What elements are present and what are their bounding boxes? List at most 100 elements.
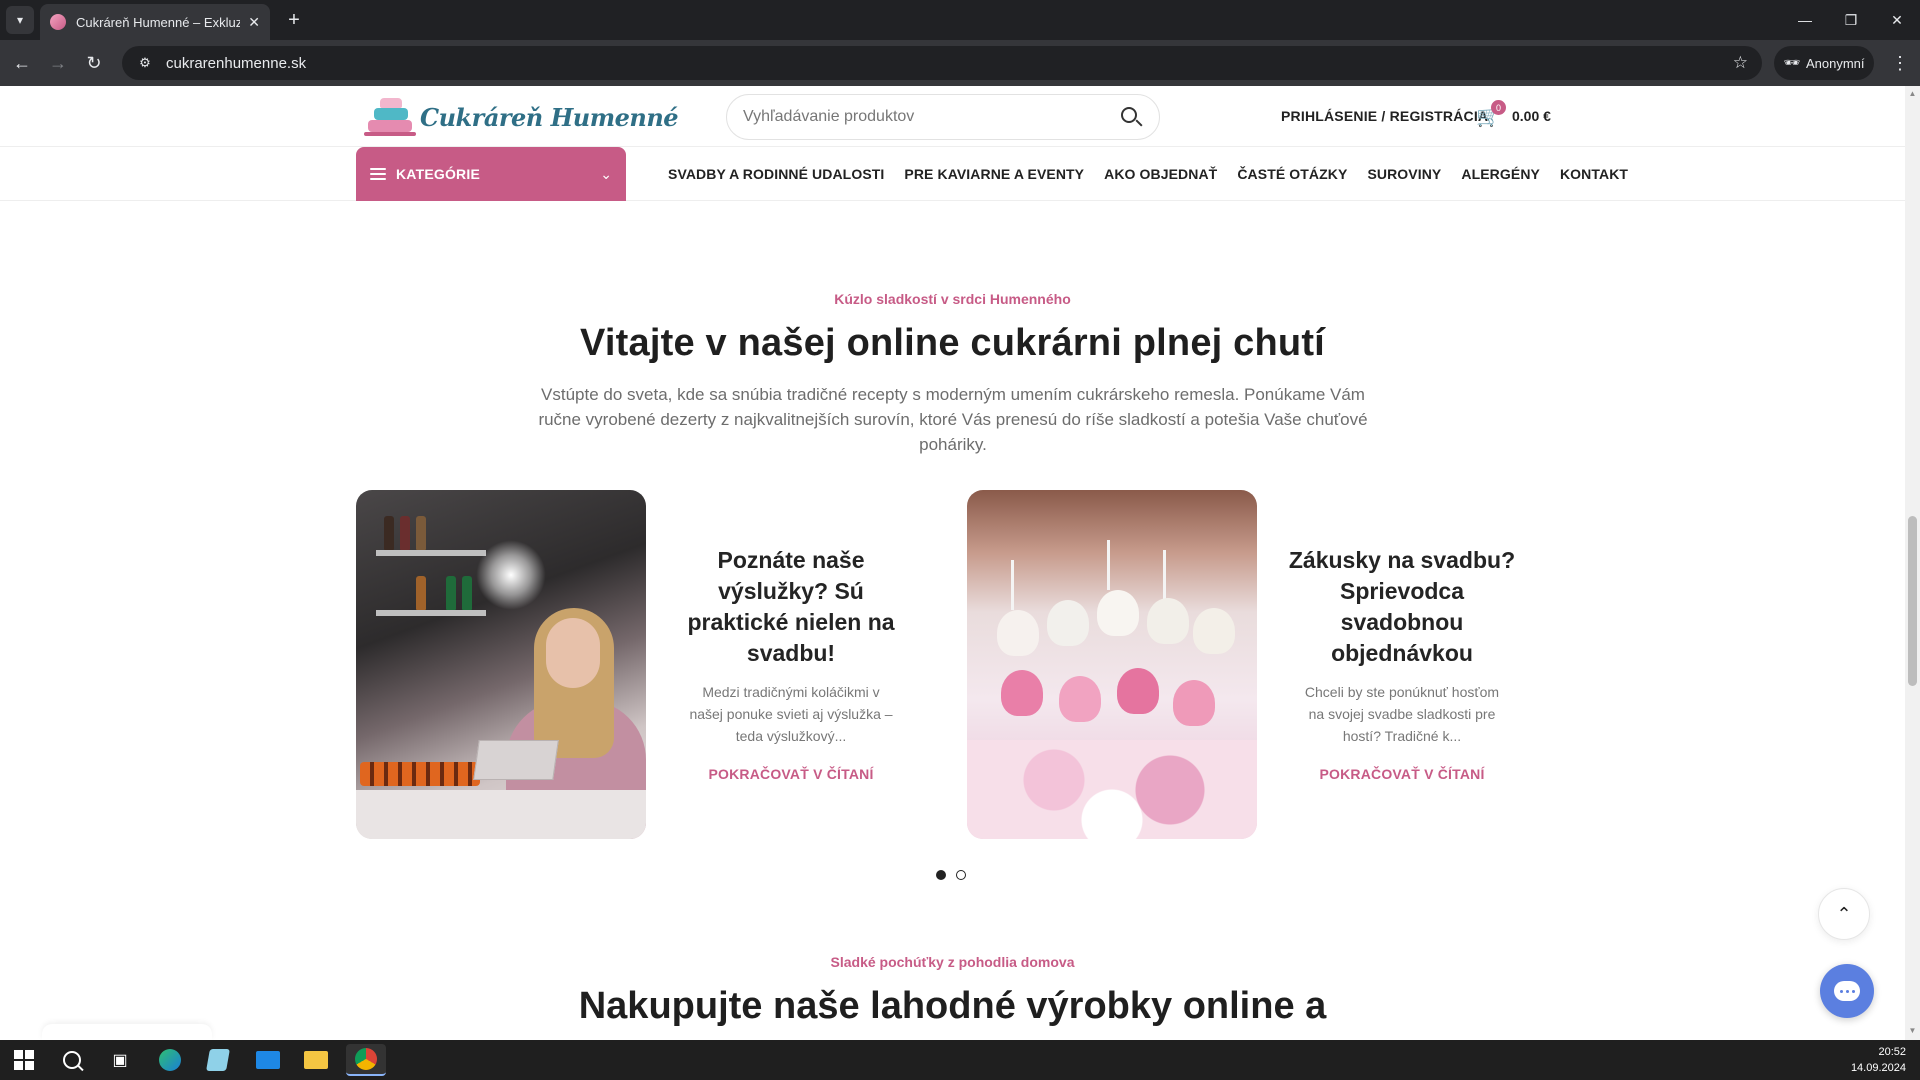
url-text[interactable]: cukrarenhumenne.sk [166, 55, 306, 72]
cookie-settings-tab[interactable] [42, 1024, 212, 1040]
carousel-dot-1[interactable] [936, 870, 946, 880]
post-excerpt-zakusky: Chceli by ste ponúknuť hosťom na svojej … [1287, 681, 1517, 747]
categories-label: KATEGÓRIE [396, 166, 480, 182]
folder-icon [304, 1051, 328, 1069]
cart-count-badge: 0 [1491, 100, 1506, 115]
file-explorer-app[interactable] [296, 1044, 336, 1076]
post-excerpt-vysluzky: Medzi tradičnými koláčikmi v našej ponuk… [676, 681, 906, 747]
carousel-dot-2[interactable] [956, 870, 966, 880]
post-title-line[interactable]: svadbu! [671, 638, 911, 669]
chrome-app[interactable] [346, 1044, 386, 1076]
reload-icon[interactable]: ↻ [80, 49, 108, 77]
chat-bubble-icon [1834, 981, 1860, 1001]
post-image-zakusky[interactable] [967, 490, 1257, 839]
bookmark-star-icon[interactable]: ☆ [1733, 53, 1748, 73]
search-icon[interactable] [1119, 105, 1143, 129]
site-logo[interactable]: Cukráreň Humenné [364, 94, 679, 140]
scroll-up-icon[interactable]: ▲ [1908, 89, 1917, 99]
restore-button[interactable]: ❐ [1828, 0, 1874, 40]
address-bar[interactable]: ⚙ cukrarenhumenne.sk ☆ [122, 46, 1762, 80]
incognito-icon: 🕶 [1783, 55, 1800, 70]
shop-title: Nakupujte naše lahodné výrobky online a [578, 985, 1327, 1027]
notepad-app[interactable] [198, 1044, 238, 1076]
page-viewport: Cukráreň Humenné Vyhľadávanie produktov … [0, 86, 1905, 1040]
post-title-line[interactable]: Sprievodca [1282, 576, 1522, 607]
back-arrow-icon[interactable]: ← [8, 49, 36, 77]
nav-item-kontakt[interactable]: KONTAKT [1560, 166, 1628, 182]
site-info-icon[interactable]: ⚙ [134, 52, 156, 74]
excerpt-line: Chceli by ste ponúknuť hosťom [1304, 684, 1500, 700]
read-more-link[interactable]: POKRAČOVAŤ V ČÍTANÍ [1282, 766, 1522, 782]
login-register-link[interactable]: PRIHLÁSENIE / REGISTRÁCIA [1281, 108, 1488, 124]
chevron-up-icon: ⌃ [1836, 903, 1852, 924]
post-title-line[interactable]: Zákusky na svadbu? [1282, 545, 1522, 576]
taskbar-search-button[interactable] [52, 1044, 92, 1076]
clock-date: 14.09.2024 [1850, 1062, 1906, 1074]
clock-time: 20:52 [1878, 1046, 1906, 1058]
site-header: Cukráreň Humenné Vyhľadávanie produktov … [0, 86, 1905, 147]
edge-icon [159, 1049, 181, 1071]
nav-item-svadby[interactable]: SVADBY A RODINNÉ UDALOSTI [668, 166, 884, 182]
nav-item-faq[interactable]: ČASTÉ OTÁZKY [1237, 166, 1347, 182]
chat-button[interactable] [1820, 964, 1874, 1018]
post-title-line[interactable]: svadobnou [1282, 607, 1522, 638]
mail-app[interactable] [248, 1044, 288, 1076]
cart-button[interactable]: 🛒 0 [1476, 100, 1506, 128]
product-search-input[interactable]: Vyhľadávanie produktov [726, 94, 1160, 140]
system-clock[interactable]: 20:52 14.09.2024 [1851, 1044, 1906, 1076]
mail-icon [256, 1051, 280, 1069]
nav-item-ako-objednat[interactable]: AKO OBJEDNAŤ [1104, 166, 1217, 182]
intro-line: Vstúpte do sveta, kde sa snúbia tradičné… [541, 385, 1365, 404]
nav-item-alergeny[interactable]: ALERGÉNY [1461, 166, 1540, 182]
browser-tabbar: ▾ Cukráreň Humenné – Exkluzívne ✕ + — ❐ … [0, 0, 1920, 40]
post-title-line[interactable]: objednávkou [1282, 638, 1522, 669]
excerpt-line: teda výslužkový... [735, 728, 847, 744]
scrollbar-thumb[interactable] [1908, 516, 1917, 686]
post-title-line[interactable]: praktické nielen na [671, 607, 911, 638]
browser-tab-active[interactable]: Cukráreň Humenné – Exkluzívne ✕ [40, 4, 270, 40]
hamburger-icon [370, 168, 386, 180]
post-title-line[interactable]: výslužky? Sú [671, 576, 911, 607]
logo-text: Cukráreň Humenné [420, 102, 679, 132]
tab-search-button[interactable]: ▾ [6, 6, 34, 34]
excerpt-line: našej ponuke svieti aj výslužka – [689, 706, 893, 722]
post-title-zakusky[interactable]: Zákusky na svadbu? Sprievodca svadobnou … [1282, 545, 1522, 669]
carousel-pagination [936, 870, 966, 880]
tab-close-icon[interactable]: ✕ [248, 14, 260, 31]
post-title-vysluzky[interactable]: Poznáte naše výslužky? Sú praktické niel… [671, 545, 911, 669]
chevron-down-icon: ⌄ [600, 165, 612, 182]
post-title-line[interactable]: Poznáte naše [671, 545, 911, 576]
excerpt-line: Medzi tradičnými koláčikmi v [702, 684, 880, 700]
page-scrollbar[interactable]: ▲ ▼ [1905, 86, 1920, 1040]
site-favicon-icon [50, 14, 66, 30]
nav-item-suroviny[interactable]: SUROVINY [1367, 166, 1441, 182]
welcome-kicker: Kúzlo sladkostí v srdci Humenného [834, 291, 1071, 307]
scroll-down-icon[interactable]: ▼ [1908, 1026, 1917, 1036]
minimize-button[interactable]: — [1782, 0, 1828, 40]
new-tab-button[interactable]: + [280, 6, 308, 34]
start-button[interactable] [4, 1044, 44, 1076]
categories-dropdown[interactable]: KATEGÓRIE ⌄ [356, 147, 626, 201]
welcome-intro: Vstúpte do sveta, kde sa snúbia tradičné… [510, 382, 1396, 457]
cart-total[interactable]: 0.00 € [1512, 108, 1551, 124]
main-navbar: KATEGÓRIE ⌄ SVADBY A RODINNÉ UDALOSTI PR… [0, 147, 1905, 201]
forward-arrow-icon[interactable]: → [44, 49, 72, 77]
windows-taskbar: ▣ 20:52 14.09.2024 [0, 1040, 1920, 1080]
shop-kicker: Sladké pochúťky z pohodlia domova [830, 954, 1075, 970]
close-window-button[interactable]: ✕ [1874, 0, 1920, 40]
back-to-top-button[interactable]: ⌃ [1818, 888, 1870, 940]
intro-line: poháriky. [919, 435, 987, 454]
tab-title: Cukráreň Humenné – Exkluzívne [76, 14, 241, 30]
post-image-vysluzky[interactable] [356, 490, 646, 839]
incognito-profile-button[interactable]: 🕶 Anonymní [1774, 46, 1874, 80]
edge-app[interactable] [150, 1044, 190, 1076]
browser-menu-icon[interactable]: ⋮ [1886, 49, 1914, 77]
browser-toolbar: ← → ↻ ⚙ cukrarenhumenne.sk ☆ 🕶 Anonymní … [0, 40, 1920, 86]
windows-logo-icon [14, 1050, 34, 1070]
cake-logo-icon [364, 94, 416, 140]
nav-item-kaviarne[interactable]: PRE KAVIARNE A EVENTY [904, 166, 1084, 182]
incognito-label: Anonymní [1805, 55, 1865, 71]
read-more-link[interactable]: POKRAČOVAŤ V ČÍTANÍ [671, 766, 911, 782]
task-view-button[interactable]: ▣ [100, 1044, 140, 1076]
welcome-title: Vitajte v našej online cukrárni plnej ch… [580, 322, 1325, 364]
